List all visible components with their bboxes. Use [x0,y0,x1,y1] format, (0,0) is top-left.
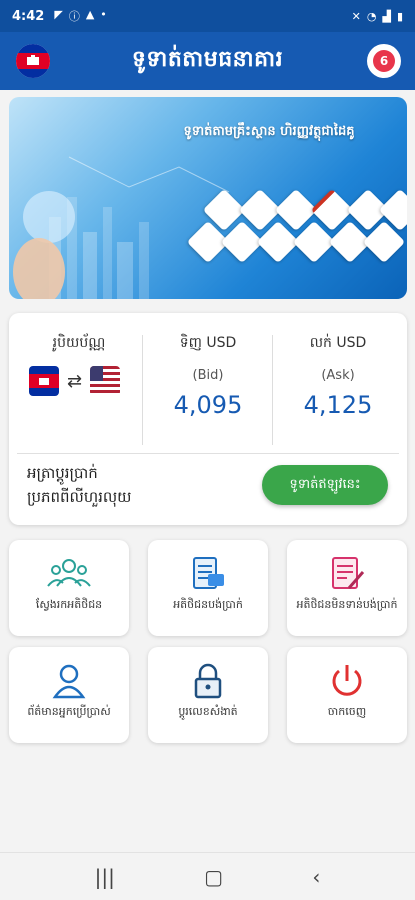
system-nav-bar: ||| ▢ ‹ [0,852,415,900]
sell-label: លក់ USD [309,335,367,351]
banner-headline: ទូទាត់តាមគ្រឹះស្ថាន ហិរញ្ញវត្ថុជាដៃគូ [183,124,355,139]
bid-value: 4,095 [173,391,243,419]
ask-value: 4,125 [303,391,373,419]
telegram-icon: ◤ [54,8,63,21]
document-pen-icon [287,554,407,594]
app-title: ទូទាត់តាមធនាគារ [131,47,284,72]
paid-customers-button[interactable]: អតិថិជនបង់ប្រាក់ [148,540,268,636]
divider [17,453,399,454]
currency-label: រូបិយប័ណ្ណ [52,335,106,351]
warning-icon: ▲ [85,8,95,21]
promo-banner[interactable]: ទូទាត់តាមគ្រឹះស្ថាន ហិរញ្ញវត្ថុជាដៃគូ [9,97,407,299]
usa-flag-icon [90,366,121,396]
menu-label: ព័ត៌មានអ្នកប្រើប្រាស់ [27,705,111,718]
ask-label: (Ask) [321,368,355,383]
unpaid-customers-button[interactable]: អតិថិជនមិនទាន់បង់ប្រាក់ [287,540,407,636]
notification-button[interactable]: 6 [367,44,401,78]
home-icon[interactable]: ▢ [204,865,223,889]
invoice-icon [148,554,268,594]
bid-label: (Bid) [192,368,224,383]
rate-source-line2: ប្រភពពីលីហួរលុយ [27,488,132,506]
status-time: 4:42 [12,8,45,24]
lock-icon [148,661,268,701]
recent-apps-icon[interactable]: ||| [95,865,115,889]
back-icon[interactable]: ‹ [312,865,320,889]
people-icon [9,554,129,594]
info-icon: ⓘ [68,10,80,23]
menu-label: អតិថិជនមិនទាន់បង់ប្រាក់ [296,598,398,611]
currency-flags: ⇄ [29,366,129,396]
signal-icon: ▟ [382,9,391,23]
battery-icon: ▮ [396,9,403,23]
exchange-arrows-icon: ⇄ [67,370,83,392]
rate-source-line1: អត្រាប្តូរប្រាក់ [27,464,98,482]
app-bar: ទូទាត់តាមធនាគារ 6 [0,32,415,90]
search-customer-button[interactable]: ស្វែងរកអតិថិជន [9,540,129,636]
menu-label: ស្វែងរកអតិថិជន [35,598,103,611]
rate-source: អត្រាប្តូរប្រាក់ ប្រភពពីលីហួរលុយ [27,461,247,509]
status-bar: 4:42 ◤ ⓘ ▲ • ✕ ◔ ▟ ▮ [0,0,415,32]
user-info-button[interactable]: ព័ត៌មានអ្នកប្រើប្រាស់ [9,647,129,743]
menu-label: ប្តូរលេខសំងាត់ [178,705,238,718]
wifi-icon: ◔ [366,9,377,23]
pay-now-button[interactable]: ទូទាត់ឥឡូវនេះ [262,465,388,505]
cambodia-flag-icon [16,44,50,78]
menu-label: អតិថិជនបង់ប្រាក់ [173,598,243,611]
exchange-rate-card: រូបិយប័ណ្ណ ⇄ ទិញ USD (Bid) 4,095 លក់ USD… [9,313,407,525]
user-icon [9,661,129,701]
dot-icon: • [100,8,107,21]
mute-icon: ✕ [351,9,361,23]
menu-label: ចាកចេញ [327,705,367,718]
change-password-button[interactable]: ប្តូរលេខសំងាត់ [148,647,268,743]
notification-badge: 6 [373,50,395,72]
buy-label: ទិញ USD [179,335,237,351]
partner-logos [186,187,407,287]
logout-button[interactable]: ចាកចេញ [287,647,407,743]
power-icon [287,661,407,701]
cambodia-flag-icon [29,366,59,396]
